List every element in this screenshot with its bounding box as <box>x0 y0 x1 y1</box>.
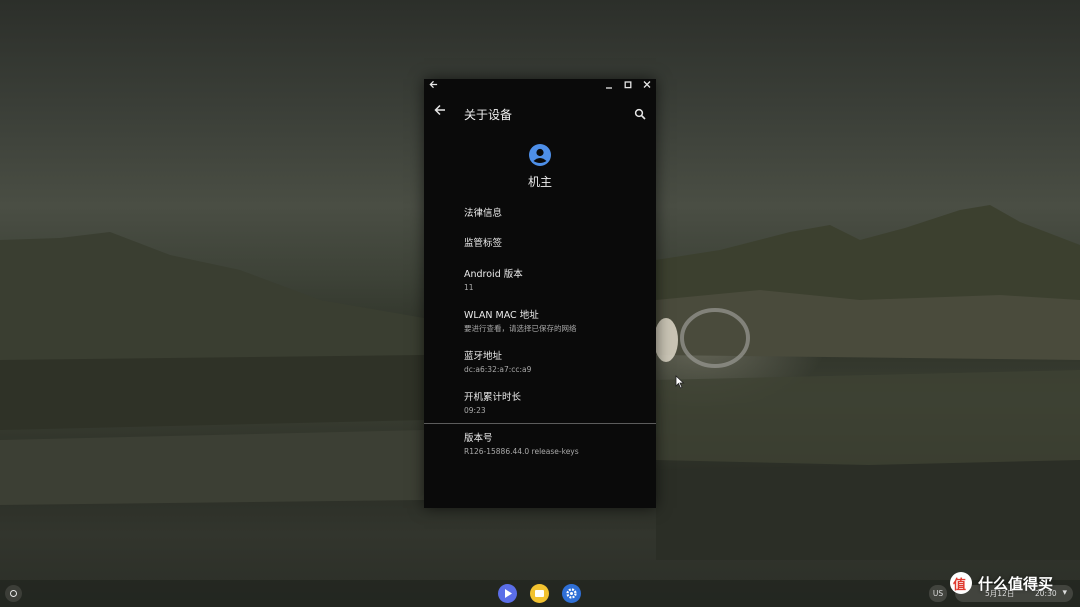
watermark-text: 什么值得买 <box>978 574 1054 593</box>
divider <box>424 423 656 424</box>
setting-title: 法律信息 <box>464 208 503 219</box>
input-method-indicator[interactable]: US <box>929 585 947 602</box>
setting-legal-info[interactable]: 法律信息 <box>464 208 649 220</box>
account-circle-icon <box>528 143 552 167</box>
files-icon[interactable] <box>530 584 549 603</box>
minimize-icon[interactable] <box>604 80 613 92</box>
setting-title: 版本号 <box>464 433 493 444</box>
setting-value: 09:23 <box>464 406 486 415</box>
setting-wlan-mac[interactable]: WLAN MAC 地址 要进行查看，请选择已保存的网络 <box>464 310 649 334</box>
shelf-taskbar: US 5月12日 20:30 ▾ <box>0 580 1080 607</box>
setting-title: Android 版本 <box>464 269 523 280</box>
setting-title: 蓝牙地址 <box>464 351 503 362</box>
launcher-circle-icon[interactable] <box>5 585 22 602</box>
setting-uptime[interactable]: 开机累计时长 09:23 <box>464 392 649 416</box>
setting-bluetooth-address[interactable]: 蓝牙地址 dc:a6:32:a7:cc:a9 <box>464 351 649 375</box>
play-store-icon[interactable] <box>498 584 517 603</box>
watermark: 什么值得买 <box>950 572 1053 594</box>
page-title: 关于设备 <box>464 108 513 122</box>
wifi-icon: ▾ <box>1062 588 1067 598</box>
watermark-logo-icon <box>950 572 972 594</box>
setting-build-number[interactable]: 版本号 R126-15886.44.0 release-keys <box>464 433 649 457</box>
setting-value: dc:a6:32:a7:cc:a9 <box>464 365 532 374</box>
back-arrow-icon[interactable] <box>434 104 446 120</box>
settings-gear-icon[interactable] <box>562 584 581 603</box>
setting-regulatory-labels[interactable]: 监管标签 <box>464 238 649 250</box>
titlebar-back-icon[interactable] <box>429 80 438 92</box>
device-owner[interactable]: 机主 <box>424 143 656 190</box>
window-titlebar <box>424 79 656 97</box>
search-icon[interactable] <box>634 105 648 120</box>
setting-value: 要进行查看，请选择已保存的网络 <box>464 324 577 333</box>
app-bar: 关于设备 <box>424 101 656 127</box>
about-device-window: 关于设备 机主 法律信息 监管标签 Android 版本 11 WLAN MAC… <box>424 79 656 508</box>
setting-title: WLAN MAC 地址 <box>464 310 539 321</box>
setting-title: 开机累计时长 <box>464 392 522 403</box>
close-icon[interactable] <box>642 80 651 92</box>
setting-value: 11 <box>464 283 474 292</box>
setting-android-version[interactable]: Android 版本 11 <box>464 269 649 293</box>
maximize-icon[interactable] <box>623 80 632 92</box>
setting-value: R126-15886.44.0 release-keys <box>464 447 579 456</box>
setting-title: 监管标签 <box>464 238 503 249</box>
owner-name: 机主 <box>527 175 552 189</box>
mouse-pointer-icon <box>675 374 685 393</box>
